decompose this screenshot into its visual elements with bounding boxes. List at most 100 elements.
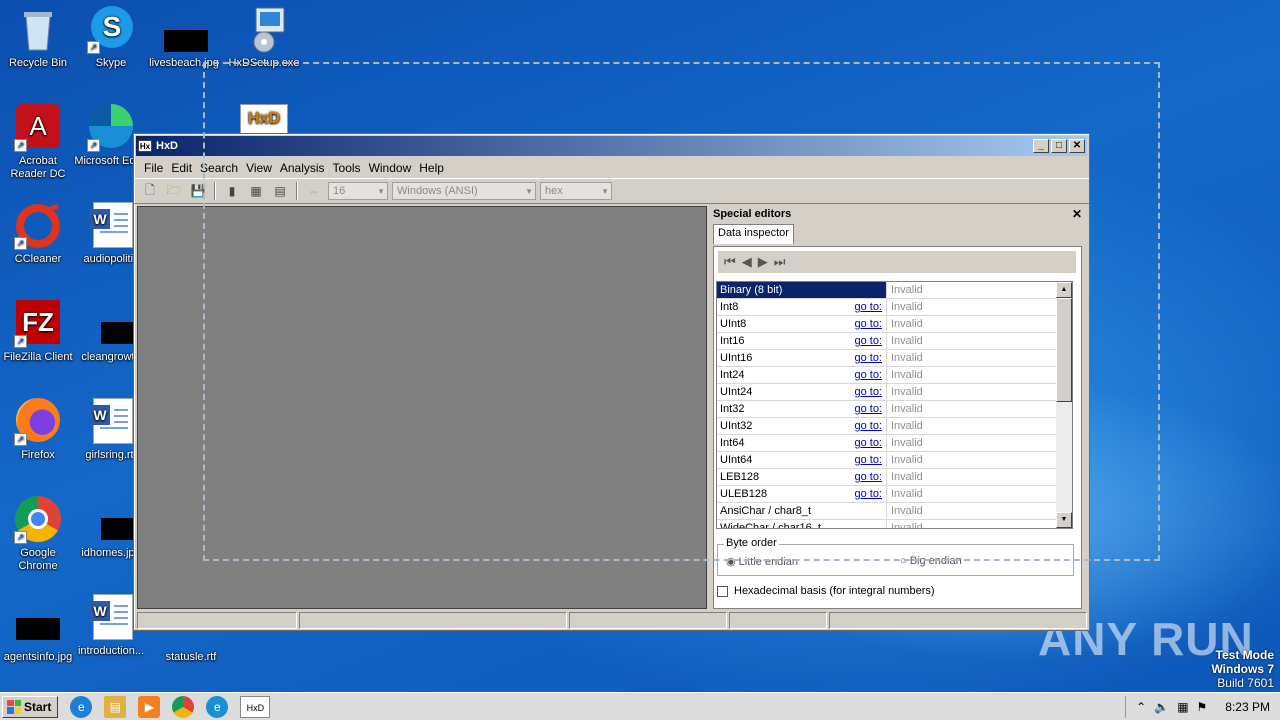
chrome-icon[interactable] — [172, 695, 195, 718]
inspector-value-cell[interactable]: Invalid — [887, 520, 1072, 528]
last-icon[interactable]: ⏭ — [774, 254, 786, 270]
title-bar[interactable]: Hx HxD _ □ ✕ — [136, 136, 1087, 156]
goto-link[interactable]: go to: — [854, 384, 882, 400]
open-folder-icon[interactable]: 🗁 — [164, 182, 184, 200]
clock[interactable]: 8:23 PM — [1225, 700, 1270, 714]
charset-select[interactable]: Windows (ANSI) ▼ — [392, 182, 536, 200]
desktop-icon-firefox[interactable]: ↗ Firefox — [0, 398, 76, 462]
goto-link[interactable]: go to: — [854, 469, 882, 485]
inspector-value-cell[interactable]: Invalid — [887, 299, 1072, 315]
goto-link[interactable]: go to: — [854, 367, 882, 383]
desktop-icon-livesbeach[interactable]: livesbeach.jpg — [146, 6, 222, 70]
inspector-row[interactable]: ULEB128 go to: Invalid — [717, 486, 1072, 503]
desktop-icon-hxdsetup[interactable]: HxDSetup.exe — [226, 6, 302, 70]
little-endian-radio[interactable]: ◉ Little endian — [726, 555, 798, 568]
inspector-value-cell[interactable]: Invalid — [887, 350, 1072, 366]
goto-link[interactable]: go to: — [854, 299, 882, 315]
start-button[interactable]: Start — [2, 695, 59, 718]
media-player-icon[interactable]: ▶ — [138, 695, 161, 718]
inspector-row[interactable]: WideChar / char16_t Invalid — [717, 520, 1072, 528]
close-panel-icon[interactable]: ✕ — [1072, 207, 1082, 221]
desktop-icon-skype[interactable]: S ↗ Skype — [73, 6, 149, 70]
scroll-thumb[interactable] — [1056, 298, 1072, 402]
offset-base-select[interactable]: hex ▼ — [540, 182, 612, 200]
inspector-row[interactable]: UInt32 go to: Invalid — [717, 418, 1072, 435]
inspector-row[interactable]: UInt16 go to: Invalid — [717, 350, 1072, 367]
inspector-value-cell[interactable]: Invalid — [887, 469, 1072, 485]
goto-link[interactable]: go to: — [854, 333, 882, 349]
inspector-row[interactable]: AnsiChar / char8_t Invalid — [717, 503, 1072, 520]
inspector-value-cell[interactable]: Invalid — [887, 418, 1072, 434]
menu-file[interactable]: File — [140, 161, 167, 175]
explorer-icon[interactable]: ▤ — [104, 695, 127, 718]
inspector-row[interactable]: Int8 go to: Invalid — [717, 299, 1072, 316]
menu-analysis[interactable]: Analysis — [276, 161, 329, 175]
menu-tools[interactable]: Tools — [329, 161, 365, 175]
inspector-value-cell[interactable]: Invalid — [887, 282, 1072, 298]
vertical-scrollbar[interactable]: ▲ ▼ — [1056, 282, 1072, 528]
desktop-icon-ccleaner[interactable]: ↗ CCleaner — [0, 202, 76, 266]
menu-search[interactable]: Search — [196, 161, 242, 175]
network-icon[interactable]: ▦ — [1177, 700, 1188, 714]
menu-window[interactable]: Window — [365, 161, 416, 175]
inspector-row[interactable]: Int24 go to: Invalid — [717, 367, 1072, 384]
desktop-icon-filezilla[interactable]: FZ ↗ FileZilla Client — [0, 300, 76, 364]
inspector-value-cell[interactable]: Invalid — [887, 367, 1072, 383]
desktop-icon-acrobat[interactable]: A ↗ Acrobat Reader DC — [0, 104, 76, 181]
new-file-icon[interactable]: 🗋 — [140, 182, 160, 200]
inspector-value-cell[interactable]: Invalid — [887, 384, 1072, 400]
hex-basis-option[interactable]: Hexadecimal basis (for integral numbers) — [717, 585, 935, 597]
save-icon[interactable]: 💾 — [188, 182, 208, 200]
inspector-value-cell[interactable]: Invalid — [887, 486, 1072, 502]
inspector-row[interactable]: LEB128 go to: Invalid — [717, 469, 1072, 486]
chevron-up-icon[interactable]: ⌃ — [1136, 700, 1146, 714]
goto-link[interactable]: go to: — [854, 418, 882, 434]
bytes-per-row-select[interactable]: 16 ▼ — [328, 182, 388, 200]
minimize-button[interactable]: _ — [1033, 139, 1049, 153]
desktop-icon-agentsinfo[interactable]: agentsinfo.jpg — [0, 600, 76, 664]
inspector-row[interactable]: UInt8 go to: Invalid — [717, 316, 1072, 333]
inspector-row[interactable]: UInt24 go to: Invalid — [717, 384, 1072, 401]
menu-help[interactable]: Help — [415, 161, 448, 175]
tab-data-inspector[interactable]: Data inspector — [713, 224, 794, 244]
inspector-value-cell[interactable]: Invalid — [887, 316, 1072, 332]
menu-view[interactable]: View — [242, 161, 276, 175]
open-disk-icon[interactable]: ▮ — [222, 182, 242, 200]
scroll-down-icon[interactable]: ▼ — [1056, 512, 1072, 528]
inspector-grid[interactable]: Binary (8 bit) Invalid Int8 go to: Invalid UI… — [716, 281, 1073, 529]
open-disk-image-icon[interactable]: ▤ — [270, 182, 290, 200]
close-button[interactable]: ✕ — [1069, 139, 1085, 153]
open-ram-icon[interactable]: ▦ — [246, 182, 266, 200]
maximize-button[interactable]: □ — [1051, 139, 1067, 153]
hex-basis-checkbox[interactable] — [717, 585, 728, 597]
first-icon[interactable]: ⏮ — [724, 254, 736, 270]
goto-link[interactable]: go to: — [854, 486, 882, 502]
next-icon[interactable]: ▶ — [758, 254, 768, 270]
big-endian-radio[interactable]: ○ Big endian — [900, 555, 962, 567]
inspector-row[interactable]: Int16 go to: Invalid — [717, 333, 1072, 350]
hxd-window[interactable]: Hx HxD _ □ ✕ File Edit Search View Analy… — [133, 133, 1090, 631]
goto-link[interactable]: go to: — [854, 435, 882, 451]
ie-icon[interactable]: e — [70, 695, 93, 718]
scroll-up-icon[interactable]: ▲ — [1056, 282, 1072, 298]
inspector-row[interactable]: Int32 go to: Invalid — [717, 401, 1072, 418]
inspector-value-cell[interactable]: Invalid — [887, 435, 1072, 451]
menu-edit[interactable]: Edit — [167, 161, 196, 175]
desktop-icon-chrome[interactable]: ↗ Google Chrome — [0, 496, 76, 573]
inspector-value-cell[interactable]: Invalid — [887, 333, 1072, 349]
previous-icon[interactable]: ◀ — [742, 254, 752, 270]
inspector-value-cell[interactable]: Invalid — [887, 452, 1072, 468]
goto-link[interactable]: go to: — [854, 452, 882, 468]
inspector-value-cell[interactable]: Invalid — [887, 401, 1072, 417]
inspector-row[interactable]: Int64 go to: Invalid — [717, 435, 1072, 452]
inspector-value-cell[interactable]: Invalid — [887, 503, 1072, 519]
volume-icon[interactable]: 🔈 — [1154, 700, 1169, 714]
goto-link[interactable]: go to: — [854, 316, 882, 332]
edge-icon[interactable]: e — [206, 695, 229, 718]
goto-link[interactable]: go to: — [854, 350, 882, 366]
hxd-taskbar-button[interactable]: HxD — [240, 695, 271, 718]
inspector-row[interactable]: Binary (8 bit) Invalid — [717, 282, 1072, 299]
desktop-icon-recycle-bin[interactable]: Recycle Bin — [0, 6, 76, 70]
action-center-flag-icon[interactable]: ⚑ — [1197, 700, 1208, 714]
inspector-row[interactable]: UInt64 go to: Invalid — [717, 452, 1072, 469]
